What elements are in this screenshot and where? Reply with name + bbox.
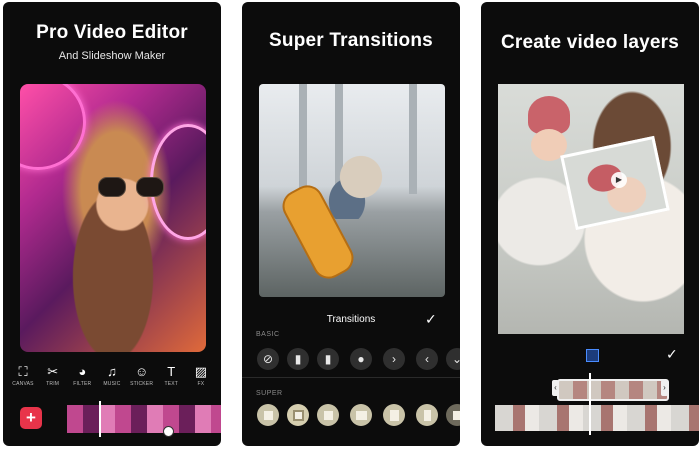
text-icon: T bbox=[167, 364, 176, 379]
glyph: ▮ bbox=[294, 352, 302, 366]
tool-label: TRIM bbox=[46, 381, 60, 387]
add-clip-button[interactable]: + bbox=[20, 407, 42, 429]
tool-label: TEXT bbox=[164, 381, 179, 387]
video-preview[interactable] bbox=[259, 84, 445, 297]
glyph: ● bbox=[357, 352, 365, 366]
sunglasses-lens bbox=[98, 177, 126, 197]
tool-canvas[interactable]: ⛶ CANVAS bbox=[11, 364, 35, 394]
transition-super-4-icon[interactable] bbox=[350, 404, 372, 426]
layer-trim-handle-left[interactable]: ‹ bbox=[552, 380, 559, 396]
divider bbox=[242, 377, 460, 378]
transition-super-7-icon[interactable] bbox=[446, 404, 460, 426]
tool-text[interactable]: T TEXT bbox=[159, 364, 183, 394]
tool-label: FX bbox=[197, 381, 205, 387]
tool-bar: ⛶ CANVAS ✂ TRIM ◕ FILTER ♫ MUSIC ☺ STICKER TT… bbox=[11, 364, 213, 394]
tool-music[interactable]: ♫ MUSIC bbox=[100, 364, 124, 394]
neon-light bbox=[20, 84, 86, 170]
timeline-handle[interactable] bbox=[163, 426, 174, 437]
transition-super-2-icon[interactable] bbox=[287, 404, 309, 426]
transition-super-6-icon[interactable] bbox=[416, 404, 438, 426]
glyph: ‹ bbox=[425, 352, 429, 366]
timeline-strip[interactable] bbox=[67, 405, 221, 433]
section-label-super: SUPER bbox=[256, 390, 283, 397]
headline: Super Transitions bbox=[269, 30, 433, 51]
headline: Create video layers bbox=[500, 32, 680, 53]
transition-wipe-icon[interactable]: ▮ bbox=[287, 348, 309, 370]
layer-select-icon[interactable] bbox=[586, 349, 599, 362]
play-icon[interactable]: ▶ bbox=[611, 172, 627, 188]
transition-super-5-icon[interactable] bbox=[383, 404, 405, 426]
music-icon: ♫ bbox=[107, 364, 117, 379]
tool-label: MUSIC bbox=[103, 381, 121, 387]
sticker-icon: ☺ bbox=[134, 364, 149, 379]
glyph: ⌄ bbox=[451, 352, 460, 366]
video-preview[interactable] bbox=[20, 84, 206, 352]
fx-icon: ▨ bbox=[194, 364, 208, 379]
transition-super-3-icon[interactable] bbox=[317, 404, 339, 426]
transition-fade-icon[interactable]: ▮ bbox=[317, 348, 339, 370]
subline: And Slideshow Maker bbox=[58, 50, 166, 62]
glyph: › bbox=[392, 352, 396, 366]
canvas-icon: ⛶ bbox=[18, 364, 28, 379]
panel-video-layers: Create video layers ▶ ✓ ‹ › bbox=[481, 2, 699, 446]
tool-filter[interactable]: ◕ FILTER bbox=[70, 364, 94, 394]
transition-circle-icon[interactable]: ● bbox=[350, 348, 372, 370]
section-label-basic: BASIC bbox=[256, 331, 280, 338]
panel-super-transitions: Super Transitions Transitions ✓ BASIC ⊘ … bbox=[242, 2, 460, 446]
transition-super-1-icon[interactable] bbox=[257, 404, 279, 426]
layer-timeline-clip[interactable] bbox=[557, 379, 669, 401]
glyph: ▮ bbox=[324, 352, 332, 366]
timeline-strip[interactable] bbox=[495, 405, 699, 431]
transition-none-icon[interactable]: ⊘ bbox=[257, 348, 279, 370]
scissors-icon: ✂ bbox=[47, 364, 59, 379]
background-pillar bbox=[299, 84, 307, 194]
headline: Pro Video Editor bbox=[36, 22, 188, 43]
filter-icon: ◕ bbox=[78, 364, 87, 379]
glyph: ⊘ bbox=[262, 352, 274, 366]
sunglasses-lens bbox=[136, 177, 164, 197]
transition-slide-right-icon[interactable]: › bbox=[383, 348, 405, 370]
tool-fx[interactable]: ▨ FX bbox=[189, 364, 213, 394]
tool-trim[interactable]: ✂ TRIM bbox=[41, 364, 65, 394]
confirm-check-icon[interactable]: ✓ bbox=[425, 311, 437, 328]
panel-pro-video-editor: Pro Video Editor And Slideshow Maker ⛶ CA… bbox=[3, 2, 221, 446]
transition-slide-down-icon[interactable]: ⌄ bbox=[446, 348, 460, 370]
playhead[interactable] bbox=[99, 401, 101, 437]
tool-label: CANVAS bbox=[12, 381, 34, 387]
tool-sticker[interactable]: ☺ STICKER bbox=[130, 364, 154, 394]
tool-label: STICKER bbox=[130, 381, 154, 387]
confirm-check-icon[interactable]: ✓ bbox=[666, 346, 678, 363]
playhead[interactable] bbox=[589, 373, 591, 435]
tool-label: FILTER bbox=[73, 381, 92, 387]
transition-slide-left-icon[interactable]: ‹ bbox=[416, 348, 438, 370]
background-pillar bbox=[409, 84, 417, 194]
layer-trim-handle-right[interactable]: › bbox=[661, 380, 668, 396]
